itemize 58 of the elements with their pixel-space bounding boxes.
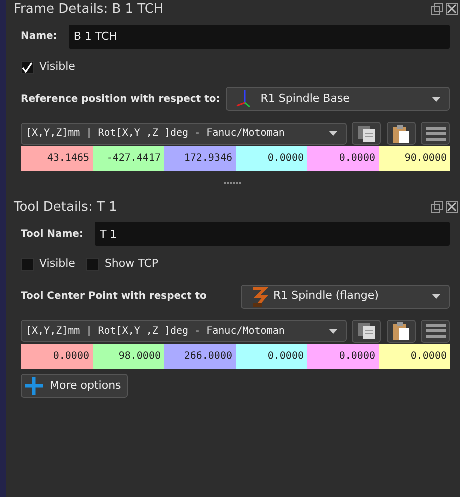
value-cell[interactable]: 0.0000 [307,146,378,172]
value-cell[interactable]: 172.9346 [164,146,236,172]
restore-icon[interactable] [431,3,444,16]
caret-icon [432,294,441,299]
value-cell[interactable]: 266.0000 [164,344,236,368]
checkbox[interactable] [21,60,34,74]
value-cell[interactable]: 0.0000 [378,344,450,368]
paste-icon [392,321,410,341]
value-cell[interactable]: 98.0000 [92,344,164,368]
caret-icon [432,96,441,102]
caret-icon [328,328,338,334]
copy-icon [356,124,376,143]
dropdown-value: R1 Spindle (flange) [274,288,379,304]
paste-button[interactable] [386,122,416,146]
copy-button[interactable] [352,320,381,342]
close-icon[interactable] [446,200,458,213]
menu-button[interactable] [421,320,450,342]
field-label: Name: [21,30,58,44]
menu-icon [426,324,446,338]
name-field[interactable]: T 1 [94,222,450,246]
value-cell[interactable]: 43.1465 [21,146,92,172]
format-dropdown[interactable]: [X,Y,Z]mm | Rot[X,Y ,Z ]deg - Fanuc/Motoman [21,320,346,342]
value-cell[interactable]: 90.0000 [378,146,450,172]
more-options-button[interactable]: More options [21,374,128,398]
caret-icon [328,131,338,136]
dropdown-value: [X,Y,Z]mm | Rot[X,Y ,Z ]deg - Fanuc/Motoman [26,127,285,142]
checkbox[interactable] [86,258,100,271]
menu-button[interactable] [421,122,450,146]
dropdown-value: R1 Spindle Base [260,91,350,107]
value-cell[interactable]: 0.0000 [21,344,92,368]
format-dropdown[interactable]: [X,Y,Z]mm | Rot[X,Y ,Z ]deg - Fanuc/Motoman [21,122,346,145]
copy-button[interactable] [352,122,381,146]
menu-icon [426,126,446,141]
field-label: Reference position with respect to: [21,92,220,107]
paste-icon [392,124,410,144]
checkbox[interactable] [21,258,34,271]
paste-button[interactable] [386,320,416,342]
robot-arm-icon [250,286,268,308]
value-cell[interactable]: 0.0000 [236,344,307,368]
panel-title: Tool Details: T 1 [14,198,118,216]
name-field[interactable]: B 1 TCH [68,24,450,49]
reference-dropdown[interactable]: R1 Spindle Base [226,87,450,112]
checkbox-label: Visible [40,58,76,75]
close-icon[interactable] [446,3,458,16]
plus-icon [24,376,44,396]
copy-icon [356,322,376,340]
dropdown-value: [X,Y,Z]mm | Rot[X,Y ,Z ]deg - Fanuc/Motoman [26,324,285,338]
panel-title: Frame Details: B 1 TCH [14,1,164,19]
value-cell[interactable]: 0.0000 [307,344,378,368]
splitter-handle[interactable] [224,182,242,185]
checkbox-label: Show TCP [104,256,159,272]
field-label: Tool Center Point with respect to [21,290,207,304]
field-label: Tool Name: [21,228,84,242]
reference-dropdown[interactable]: R1 Spindle (flange) [241,284,450,308]
value-cell[interactable]: 0.0000 [236,146,307,172]
value-cell[interactable]: -427.4417 [92,146,164,172]
restore-icon[interactable] [431,200,444,213]
checkbox-label: Visible [40,256,76,272]
